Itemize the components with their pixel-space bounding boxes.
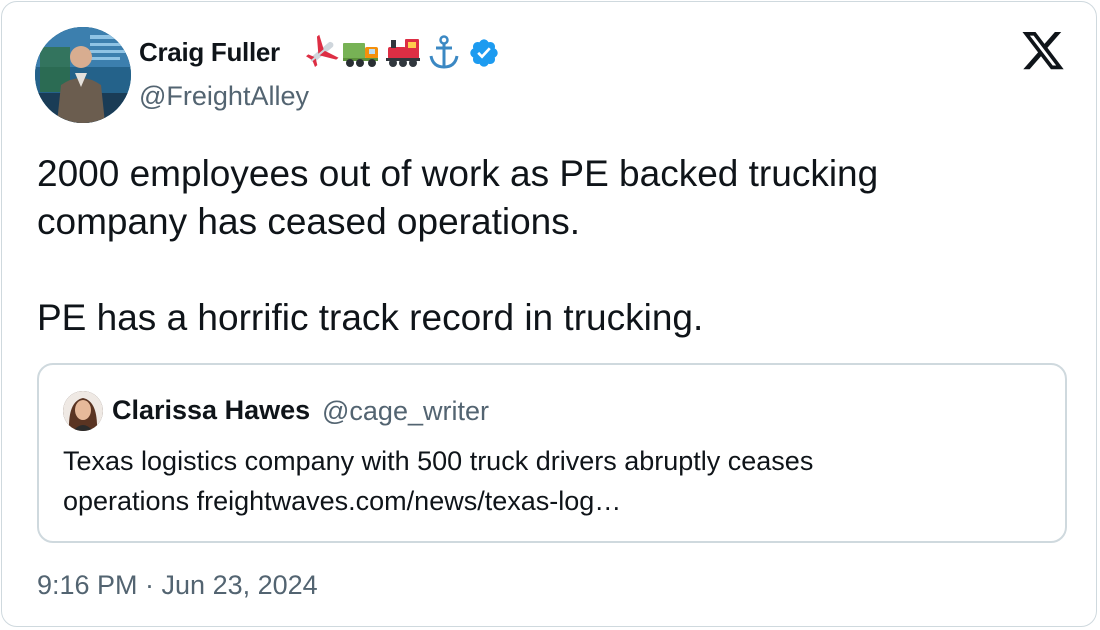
tweet-text-line: 2000 employees out of work as PE backed … (37, 153, 879, 194)
quoted-text-line[interactable]: operations freightwaves.com/news/texas-l… (63, 481, 1043, 521)
quoted-tweet-text: Texas logistics company with 500 truck d… (63, 441, 1043, 521)
tweet-text-line: PE has a horrific track record in trucki… (37, 297, 704, 338)
quoted-text-line: Texas logistics company with 500 truck d… (63, 446, 814, 476)
tweet-text: 2000 employees out of work as PE backed … (37, 150, 1037, 342)
tweet-card: Craig Fuller @FreightAlley 2000 employee… (1, 1, 1097, 627)
author-handle[interactable]: @FreightAlley (139, 81, 309, 112)
author-display-name[interactable]: Craig Fuller (139, 37, 280, 68)
airplane-icon (306, 34, 339, 68)
quoted-author-avatar[interactable] (63, 391, 103, 431)
x-logo-icon[interactable] (1020, 32, 1066, 74)
verified-badge-icon (470, 39, 498, 67)
quoted-author-display-name[interactable]: Clarissa Hawes (112, 395, 310, 426)
tweet-text-line: company has ceased operations. (37, 201, 581, 242)
author-avatar[interactable] (35, 27, 131, 123)
train-icon (386, 39, 420, 67)
truck-icon (343, 43, 378, 67)
quoted-author-handle[interactable]: @cage_writer (322, 396, 489, 427)
quoted-tweet[interactable]: Clarissa Hawes @cage_writer Texas logist… (37, 363, 1067, 543)
tweet-timestamp[interactable]: 9:16 PM · Jun 23, 2024 (37, 570, 318, 601)
anchor-icon (429, 35, 459, 69)
